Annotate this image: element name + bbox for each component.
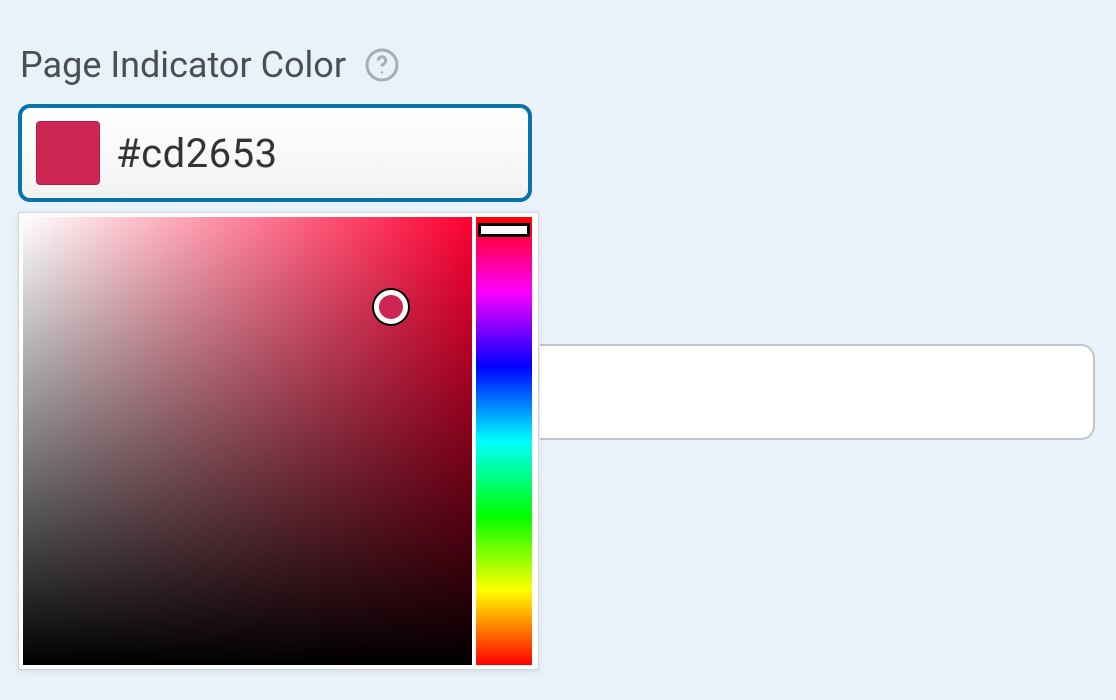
color-picker-panel	[18, 212, 539, 670]
color-input-combo[interactable]	[18, 104, 532, 202]
color-swatch[interactable]	[36, 121, 100, 185]
field-label: Page Indicator Color	[20, 44, 346, 86]
hue-slider[interactable]	[476, 217, 532, 665]
secondary-field-input[interactable]	[540, 344, 1095, 440]
color-hex-input[interactable]	[116, 130, 514, 177]
hue-handle[interactable]	[478, 223, 530, 237]
saturation-value-area[interactable]	[23, 217, 472, 665]
help-icon[interactable]	[364, 47, 400, 83]
sv-black-gradient	[23, 217, 472, 665]
